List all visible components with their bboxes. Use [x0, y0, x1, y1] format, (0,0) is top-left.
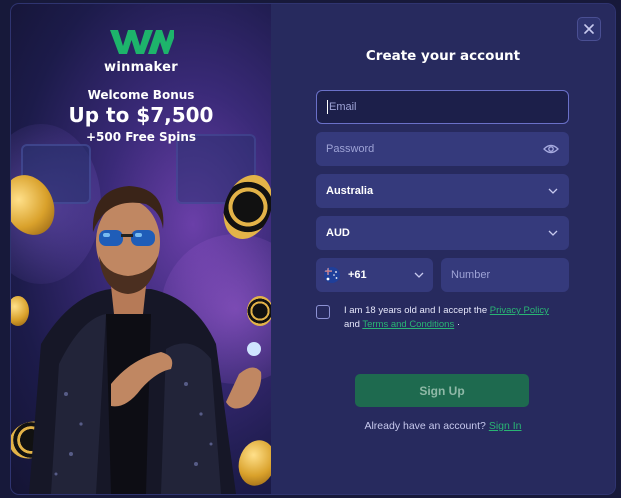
promo-panel: winmaker Welcome Bonus Up to $7,500 +500… — [11, 4, 271, 494]
terms-agreement: I am 18 years old and I accept the Priva… — [316, 304, 586, 332]
phone-number-field[interactable]: Number — [441, 258, 569, 292]
terms-checkbox[interactable] — [316, 305, 330, 319]
text-caret — [327, 100, 328, 114]
email-field[interactable]: Email — [316, 90, 569, 124]
phone-prefix-value: +61 — [348, 269, 367, 281]
currency-value: AUD — [326, 227, 350, 239]
form-title: Create your account — [365, 48, 521, 64]
brand-logo: winmaker — [11, 26, 271, 75]
country-select[interactable]: Australia — [316, 174, 569, 208]
close-button[interactable] — [577, 17, 601, 41]
signup-form-panel: Create your account Email Password Austr… — [271, 4, 615, 494]
email-placeholder: Email — [329, 101, 357, 113]
signup-modal: winmaker Welcome Bonus Up to $7,500 +500… — [11, 4, 615, 494]
terms-text-and: and — [344, 319, 363, 330]
terms-and-conditions-link[interactable]: Terms and Conditions — [362, 319, 454, 330]
promo-man-illustration — [29, 186, 262, 494]
bonus-spins: +500 Free Spins — [85, 130, 197, 144]
sign-in-link[interactable]: Sign In — [489, 420, 522, 432]
winmaker-logo-icon — [110, 30, 174, 54]
australia-flag-icon — [324, 267, 340, 283]
chevron-down-icon — [413, 269, 425, 281]
sign-in-prompt-text: Already have an account? — [364, 420, 489, 432]
chevron-down-icon — [547, 185, 559, 197]
phone-number-placeholder: Number — [451, 269, 491, 281]
brand-name: winmaker — [104, 60, 178, 75]
privacy-policy-link[interactable]: Privacy Policy — [490, 305, 549, 316]
sign-up-button[interactable]: Sign Up — [355, 374, 529, 407]
bonus-amount: Up to $7,500 — [68, 103, 214, 127]
password-placeholder: Password — [326, 143, 375, 155]
currency-select[interactable]: AUD — [316, 216, 569, 250]
terms-text-after: · — [454, 319, 461, 330]
country-value: Australia — [326, 185, 374, 197]
terms-text-before: I am 18 years old and I accept the — [344, 305, 490, 316]
terms-text: I am 18 years old and I accept the Priva… — [344, 304, 549, 332]
bonus-label: Welcome Bonus — [87, 88, 195, 102]
password-field[interactable]: Password — [316, 132, 569, 166]
sign-in-prompt: Already have an account? Sign In — [271, 420, 615, 432]
phone-prefix-select[interactable]: +61 — [316, 258, 433, 292]
chevron-down-icon — [547, 227, 559, 239]
close-icon — [584, 24, 594, 34]
eye-icon[interactable] — [543, 143, 559, 155]
welcome-bonus: Welcome Bonus Up to $7,500 +500 Free Spi… — [11, 88, 271, 144]
